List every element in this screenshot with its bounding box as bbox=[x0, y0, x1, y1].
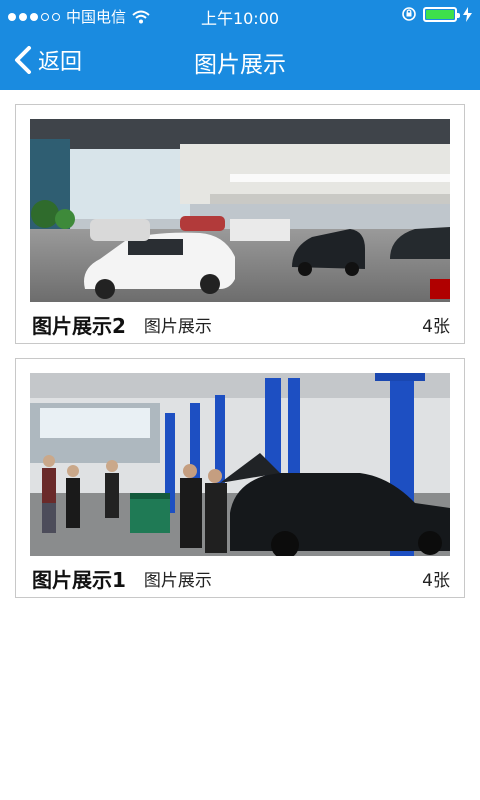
status-right bbox=[401, 6, 472, 22]
status-bar: 中国电信 上午10:00 bbox=[0, 0, 480, 30]
album-photo-count: 4张 bbox=[422, 316, 450, 337]
album-cover-image bbox=[30, 373, 450, 556]
album-name: 图片展示2 bbox=[32, 313, 126, 338]
page-title: 图片展示 bbox=[194, 52, 286, 78]
rotation-lock-icon bbox=[402, 7, 416, 21]
album-caption: 图片展示2 图片展示 4张 bbox=[32, 310, 450, 338]
nav-bar: 返回 图片展示 bbox=[0, 30, 480, 90]
album-card[interactable]: 图片展示2 图片展示 4张 bbox=[15, 104, 465, 344]
album-cover-image bbox=[30, 119, 450, 302]
battery-icon bbox=[423, 6, 460, 22]
album-subtitle: 图片展示 bbox=[143, 570, 212, 591]
album-name: 图片展示1 bbox=[32, 567, 126, 592]
album-card[interactable]: 图片展示1 图片展示 4张 bbox=[15, 358, 465, 598]
charging-icon bbox=[463, 6, 472, 22]
album-caption: 图片展示1 图片展示 4张 bbox=[32, 564, 450, 592]
album-photo-count: 4张 bbox=[422, 570, 450, 591]
top-bar: 中国电信 上午10:00 返回 图片展示 bbox=[0, 0, 480, 90]
album-subtitle: 图片展示 bbox=[143, 316, 212, 337]
